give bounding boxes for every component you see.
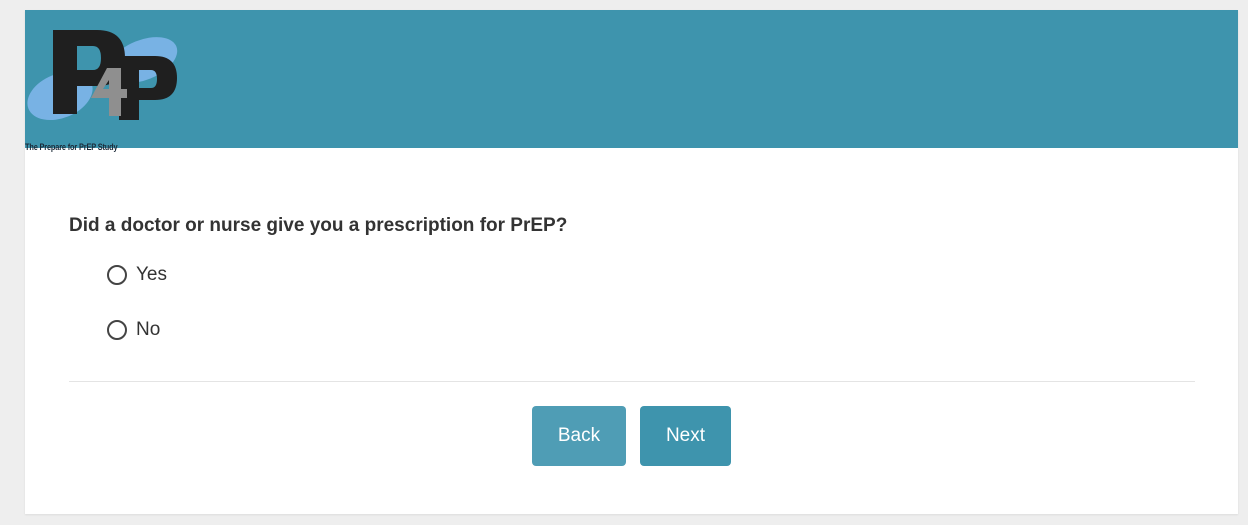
back-button[interactable]: Back [532,406,626,466]
p4p-logo-icon [27,30,178,121]
survey-card: The Prepare for PrEP Study Did a doctor … [25,10,1238,514]
radio-yes[interactable] [107,265,127,285]
option-yes[interactable]: Yes [107,261,167,289]
study-logo: The Prepare for PrEP Study [25,28,185,152]
logo-tagline: The Prepare for PrEP Study [25,142,118,152]
option-no[interactable]: No [107,316,160,344]
option-no-label: No [136,319,161,340]
next-button[interactable]: Next [640,406,731,466]
divider [69,381,1195,382]
header-banner: The Prepare for PrEP Study [25,10,1238,152]
option-yes-label: Yes [136,264,167,285]
question-text: Did a doctor or nurse give you a prescri… [69,215,568,236]
radio-no[interactable] [107,320,127,340]
